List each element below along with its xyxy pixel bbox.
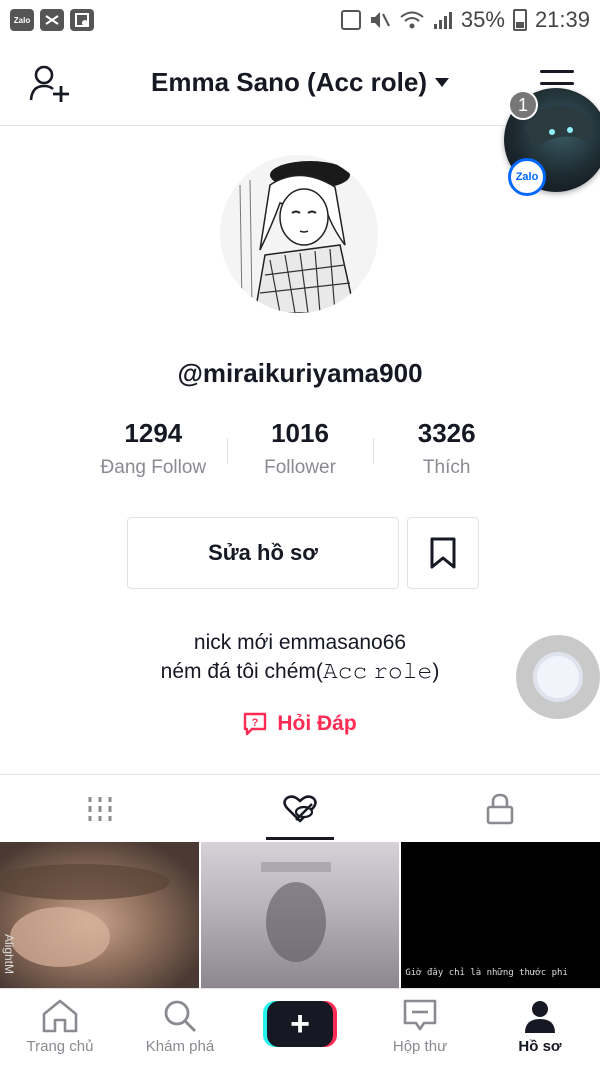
stat-label: Follower bbox=[264, 457, 336, 478]
video-thumbnail[interactable] bbox=[200, 842, 400, 988]
clock: 21:39 bbox=[534, 7, 590, 32]
thumbnail-caption: Giờ đây chỉ là những thước phi bbox=[405, 968, 568, 978]
nav-label: Hộp thư bbox=[392, 1038, 448, 1055]
avatar-illustration bbox=[220, 155, 378, 313]
profile-bio: nick mới emmasano66 ném đá tôi chém(𝙰𝚌𝚌 … bbox=[0, 628, 600, 686]
nav-label: Hồ sơ bbox=[518, 1038, 562, 1055]
nav-label: Khám phá bbox=[145, 1038, 215, 1055]
add-user-icon[interactable] bbox=[28, 64, 72, 104]
thumbnail-watermark: AlightM bbox=[2, 934, 16, 975]
assistive-touch-inner bbox=[533, 652, 583, 702]
assistive-touch-button[interactable] bbox=[516, 635, 600, 719]
favorites-button[interactable] bbox=[407, 517, 479, 589]
gallery-notification-icon bbox=[70, 9, 94, 31]
question-bubble-icon: ? bbox=[244, 712, 267, 736]
status-bar: Zalo 35% 21:39 bbox=[0, 0, 600, 40]
tab-private[interactable] bbox=[400, 775, 600, 842]
bio-line: ném đá tôi chém(𝙰𝚌𝚌 𝚛𝚘𝚕𝚎) bbox=[160, 660, 440, 683]
recycle-icon bbox=[340, 10, 361, 30]
zalo-notification-icon: Zalo bbox=[10, 9, 34, 31]
stat-followers[interactable]: 1016 Follower bbox=[226, 418, 374, 479]
capcut-notification-icon bbox=[40, 9, 64, 31]
status-bar-system: 35% 21:39 bbox=[340, 7, 590, 33]
stat-label: Thích bbox=[422, 457, 471, 478]
video-grid: AlightM Giờ đây chỉ là những thước phi bbox=[0, 842, 600, 988]
tab-videos[interactable] bbox=[0, 775, 200, 842]
bio-line: nick mới emmasano66 bbox=[193, 631, 407, 654]
stat-following[interactable]: 1294 Đang Follow bbox=[80, 418, 227, 479]
battery-percent: 35% bbox=[460, 7, 505, 32]
profile-avatar[interactable] bbox=[220, 155, 378, 313]
hidden-heart-icon bbox=[283, 794, 317, 822]
account-name: Emma Sano (Acc role) bbox=[151, 67, 427, 97]
bookmark-icon bbox=[430, 537, 456, 569]
stat-value: 1016 bbox=[271, 418, 329, 448]
nav-home[interactable]: Trang chủ bbox=[0, 989, 120, 1067]
grid-icon bbox=[88, 796, 112, 821]
tab-liked[interactable] bbox=[200, 775, 400, 842]
nav-create[interactable]: + bbox=[240, 989, 360, 1067]
qa-label: Hỏi Đáp bbox=[277, 712, 357, 735]
stat-label: Đang Follow bbox=[100, 457, 207, 478]
profile-stats: 1294 Đang Follow 1016 Follower 3326 Thíc… bbox=[80, 418, 520, 479]
edit-profile-button[interactable]: Sửa hồ sơ bbox=[127, 517, 399, 589]
lock-icon bbox=[486, 793, 514, 824]
thumbnail-image bbox=[260, 862, 331, 962]
profile-username: @miraikuriyama900 bbox=[177, 358, 423, 388]
nav-inbox[interactable]: Hộp thư bbox=[360, 989, 480, 1067]
nav-profile[interactable]: Hồ sơ bbox=[480, 989, 600, 1067]
signal-icon bbox=[433, 12, 452, 29]
account-switcher[interactable]: Emma Sano (Acc role) bbox=[151, 67, 449, 98]
stat-likes[interactable]: 3326 Thích bbox=[373, 418, 520, 479]
chat-head-badge-count: 1 bbox=[508, 90, 538, 120]
stat-value: 3326 bbox=[417, 418, 476, 448]
inbox-icon bbox=[403, 999, 437, 1031]
nav-label: Trang chủ bbox=[26, 1038, 94, 1055]
battery-icon bbox=[512, 9, 527, 31]
plus-icon: + bbox=[290, 1005, 310, 1043]
status-bar-app-icons: Zalo bbox=[10, 9, 94, 31]
profile-icon bbox=[525, 1001, 555, 1033]
svg-text:?: ? bbox=[252, 717, 259, 729]
nav-discover[interactable]: Khám phá bbox=[120, 989, 240, 1067]
stat-value: 1294 bbox=[124, 418, 183, 448]
home-icon bbox=[42, 999, 78, 1033]
profile-content-tabs bbox=[0, 774, 600, 842]
qa-link[interactable]: ? Hỏi Đáp bbox=[0, 712, 600, 736]
video-thumbnail[interactable]: AlightM bbox=[0, 842, 199, 988]
create-button[interactable]: + bbox=[267, 1001, 333, 1047]
bottom-navigation: Trang chủ Khám phá + Hộp thư Hồ sơ bbox=[0, 988, 600, 1067]
mute-icon bbox=[370, 12, 390, 28]
video-thumbnail[interactable]: Giờ đây chỉ là những thước phi bbox=[401, 842, 600, 988]
search-icon bbox=[164, 1000, 197, 1033]
chevron-down-icon bbox=[434, 78, 449, 87]
thumbnail-image bbox=[0, 864, 170, 967]
zalo-logo-icon: Zalo bbox=[508, 158, 546, 196]
wifi-icon bbox=[400, 11, 424, 29]
